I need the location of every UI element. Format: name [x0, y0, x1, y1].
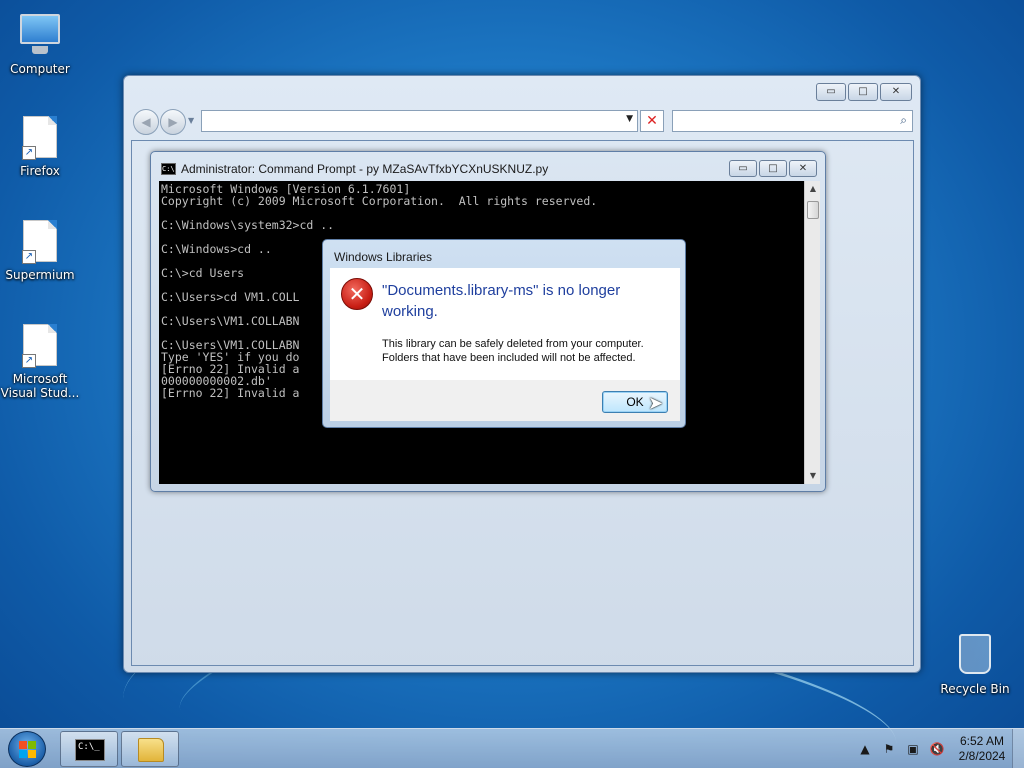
forward-arrow-icon: ▶ [168, 115, 178, 129]
shortcut-file-icon: ↗ [18, 220, 62, 264]
desktop-icon-recycle-bin[interactable]: Recycle Bin [935, 632, 1015, 696]
shortcut-arrow-icon: ↗ [22, 250, 36, 264]
desktop-icon-firefox[interactable]: ↗ Firefox [0, 116, 80, 178]
address-dropdown-icon[interactable]: ▼ [626, 114, 633, 124]
close-x-icon: ✕ [646, 113, 658, 129]
close-button[interactable]: ✕ [789, 160, 817, 177]
start-button[interactable] [8, 731, 46, 767]
back-button[interactable]: ◀ [133, 109, 159, 135]
window-title: Administrator: Command Prompt - py MZaSA… [181, 162, 549, 176]
dialog-footer: OK [330, 380, 680, 421]
recent-pages-chevron-icon[interactable]: ▼ [188, 116, 194, 125]
desktop-icon-label: Firefox [20, 164, 60, 178]
maximize-button[interactable]: □ [848, 83, 878, 101]
maximize-button[interactable]: □ [759, 160, 787, 177]
dialog-title: Windows Libraries [334, 250, 433, 264]
minimize-button[interactable]: ▭ [729, 160, 757, 177]
system-tray: ▲ ⚑ ▣ 🔇 6:52 AM 2/8/2024 [856, 729, 1024, 768]
console-line: Copyright (c) 2009 Microsoft Corporation… [161, 194, 598, 208]
error-icon: ✕ [341, 278, 373, 310]
taskbar-command-prompt-button[interactable]: C:\_ [60, 731, 118, 767]
action-center-flag-icon[interactable]: ⚑ [880, 742, 898, 756]
desktop-icon-label: Computer [10, 62, 70, 76]
desktop-icon-label: Recycle Bin [940, 682, 1010, 696]
windows-logo-icon [19, 741, 37, 759]
show-hidden-icons-chevron-icon[interactable]: ▲ [856, 742, 874, 756]
taskbar-explorer-button[interactable] [121, 731, 179, 767]
shortcut-file-icon: ↗ [18, 116, 62, 160]
cmd-window-controls: ▭ □ ✕ [729, 160, 817, 177]
dialog-sub-message: This library can be safely deleted from … [382, 338, 644, 364]
desktop-icon-label: Microsoft Visual Stud... [0, 372, 80, 400]
search-input[interactable]: ⌕ [672, 110, 913, 132]
recycle-bin-icon [953, 634, 997, 678]
desktop-icon-supermium[interactable]: ↗ Supermium [0, 220, 80, 282]
console-line: C:\Windows\system32>cd .. [161, 218, 335, 232]
address-clear-button[interactable]: ✕ [640, 110, 664, 132]
volume-muted-icon[interactable]: 🔇 [928, 742, 946, 756]
clock-date: 2/8/2024 [958, 749, 1006, 763]
mouse-pointer-icon: ➤ [648, 393, 664, 414]
desktop-icon-computer[interactable]: Computer [0, 10, 80, 76]
back-arrow-icon: ◀ [141, 115, 151, 129]
clock-time: 6:52 AM [959, 734, 1005, 748]
network-icon[interactable]: ▣ [904, 742, 922, 756]
taskbar: C:\_ ▲ ⚑ ▣ 🔇 6:52 AM 2/8/2024 [0, 728, 1024, 768]
address-bar[interactable]: ▼ [201, 110, 638, 132]
scroll-up-arrow-icon[interactable]: ▲ [805, 181, 821, 197]
command-prompt-icon: C:\_ [75, 739, 105, 761]
console-scrollbar[interactable]: ▲ ▼ [804, 181, 820, 484]
taskbar-clock[interactable]: 6:52 AM 2/8/2024 [952, 734, 1012, 764]
desktop-icon-label: Supermium [5, 268, 75, 282]
close-button[interactable]: ✕ [880, 83, 912, 101]
command-prompt-icon: C:\ [161, 163, 176, 175]
dialog-main-message: "Documents.library-ms" is no longer work… [382, 282, 621, 320]
explorer-window-controls: ▭ □ ✕ [816, 83, 912, 101]
scroll-down-arrow-icon[interactable]: ▼ [805, 468, 821, 484]
forward-button[interactable]: ▶ [160, 109, 186, 135]
folder-icon [138, 738, 164, 762]
shortcut-arrow-icon: ↗ [22, 354, 36, 368]
dialog-body: ✕ "Documents.library-ms" is no longer wo… [330, 268, 680, 380]
scroll-thumb[interactable] [807, 201, 819, 219]
shortcut-arrow-icon: ↗ [22, 146, 36, 160]
minimize-button[interactable]: ▭ [816, 83, 846, 101]
windows-libraries-dialog: Windows Libraries ✕ "Documents.library-m… [322, 239, 686, 428]
search-icon[interactable]: ⌕ [900, 113, 907, 128]
desktop-icon-visual-studio[interactable]: ↗ Microsoft Visual Stud... [0, 324, 80, 400]
computer-icon [18, 14, 62, 58]
shortcut-file-icon: ↗ [18, 324, 62, 368]
show-desktop-button[interactable] [1012, 729, 1024, 768]
